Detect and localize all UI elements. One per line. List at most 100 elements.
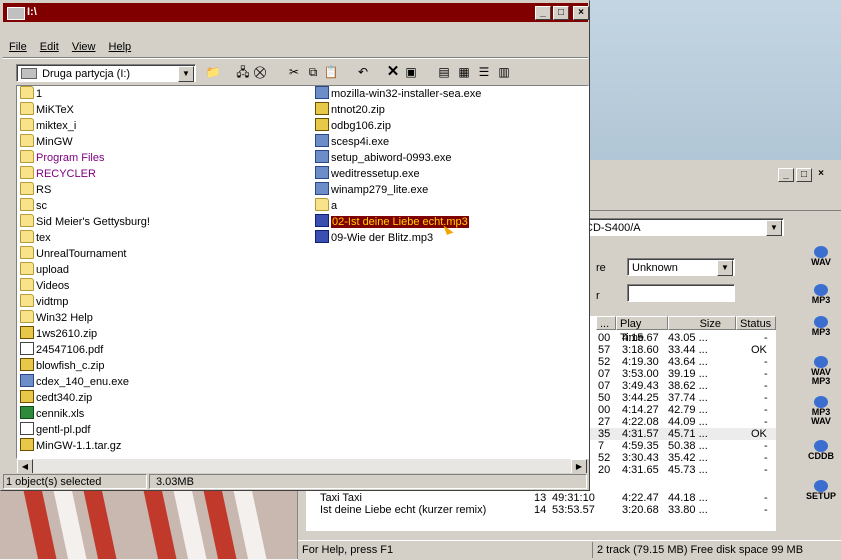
file-item[interactable]: Sid Meier's Gettysburg!: [20, 214, 150, 230]
file-item[interactable]: cedt340.zip: [20, 390, 92, 406]
file-item[interactable]: Videos: [20, 278, 69, 294]
copy-icon[interactable]: ⧉: [305, 65, 321, 79]
file-item[interactable]: 1ws2610.zip: [20, 326, 97, 342]
file-item[interactable]: cdex_140_enu.exe: [20, 374, 129, 390]
file-item[interactable]: 1: [20, 86, 42, 102]
address-select[interactable]: Druga partycja (I:) ▼: [16, 64, 196, 82]
track-number: 13: [534, 492, 547, 504]
track-playtime: 3:18.60: [622, 344, 659, 356]
exe-icon: [315, 182, 329, 195]
file-item[interactable]: cennik.xls: [20, 406, 84, 422]
file-name: 1ws2610.zip: [36, 328, 98, 340]
close-button[interactable]: ×: [814, 168, 828, 180]
folder-icon: [20, 118, 34, 131]
column-header-playtime[interactable]: Play Time: [616, 316, 668, 344]
file-item[interactable]: weditressetup.exe: [315, 166, 420, 182]
track-status: -: [764, 416, 768, 428]
close-button[interactable]: ×: [573, 6, 589, 20]
up-folder-icon[interactable]: 📁: [205, 65, 221, 79]
folder-icon: [20, 198, 34, 211]
file-item[interactable]: vidtmp: [20, 294, 68, 310]
exe-icon: [315, 166, 329, 179]
file-item[interactable]: tex: [20, 230, 51, 246]
file-item[interactable]: MinGW: [20, 134, 73, 150]
details-view-icon[interactable]: ▥: [496, 65, 512, 79]
folder-icon: [315, 198, 329, 211]
file-item[interactable]: setup_abiword-0993.exe: [315, 150, 451, 166]
minimize-button[interactable]: _: [535, 6, 551, 20]
folder-icon: [20, 294, 34, 307]
file-item[interactable]: sc: [20, 198, 47, 214]
window-controls: _ □ ×: [535, 6, 589, 20]
file-item[interactable]: ntnot20.zip: [315, 102, 385, 118]
track-start: 00: [598, 404, 611, 416]
file-item[interactable]: miktex_i: [20, 118, 76, 134]
file-item[interactable]: Win32 Help: [20, 310, 93, 326]
folder-icon: [20, 214, 34, 227]
folder-icon: [20, 182, 34, 195]
mp3-icon: [315, 214, 329, 227]
cdex-action-button[interactable]: MP3: [804, 284, 838, 314]
list-view-icon[interactable]: ☰: [476, 65, 492, 79]
track-status: -: [764, 332, 768, 344]
zip-icon: [20, 438, 34, 451]
file-item[interactable]: scesp4i.exe: [315, 134, 389, 150]
year-input[interactable]: [627, 284, 735, 302]
column-header-status[interactable]: Status: [736, 316, 776, 330]
cd-drive-select[interactable]: CD-S400/A ▼: [580, 218, 784, 236]
file-item[interactable]: gentl-pl.pdf: [20, 422, 90, 438]
cut-icon[interactable]: ✂: [286, 65, 302, 79]
track-start: 07: [598, 368, 611, 380]
file-item[interactable]: mozilla-win32-installer-sea.exe: [315, 86, 481, 102]
file-item[interactable]: MinGW-1.1.tar.gz: [20, 438, 121, 454]
disconnect-drive-icon[interactable]: ⛒: [252, 65, 268, 79]
menu-view[interactable]: View: [72, 41, 96, 53]
file-item[interactable]: blowfish_c.zip: [20, 358, 104, 374]
file-item[interactable]: upload: [20, 262, 69, 278]
genre-select[interactable]: Unknown ▼: [627, 258, 735, 276]
undo-icon[interactable]: ↶: [355, 65, 371, 79]
minimize-button[interactable]: _: [778, 168, 794, 182]
folder-icon: [20, 262, 34, 275]
file-item[interactable]: odbg106.zip: [315, 118, 391, 134]
file-name: Videos: [36, 280, 70, 292]
menu-help[interactable]: Help: [109, 41, 132, 53]
file-item[interactable]: Program Files: [20, 150, 104, 166]
track-size: 38.62 ...: [668, 380, 708, 392]
paste-icon[interactable]: 📋: [323, 65, 339, 79]
file-item[interactable]: 09-Wie der Blitz.mp3: [315, 230, 433, 246]
mp3-icon: [315, 230, 329, 243]
status-size: 3.03MB: [149, 474, 587, 489]
cdex-action-button[interactable]: WAV MP3: [804, 356, 838, 386]
file-item[interactable]: a: [315, 198, 337, 214]
menu-edit[interactable]: Edit: [40, 41, 59, 53]
folder-icon: [20, 134, 34, 147]
file-item[interactable]: UnrealTournament: [20, 246, 127, 262]
file-item[interactable]: 24547106.pdf: [20, 342, 103, 358]
file-name: gentl-pl.pdf: [36, 424, 91, 436]
menu-file[interactable]: File: [9, 41, 27, 53]
file-item[interactable]: winamp279_lite.exe: [315, 182, 428, 198]
track-playtime: 4:19.30: [622, 356, 659, 368]
large-icons-icon[interactable]: ▤: [436, 65, 452, 79]
track-status: -: [764, 392, 768, 404]
column-header-size[interactable]: Size: [668, 316, 736, 330]
maximize-button[interactable]: □: [553, 6, 569, 20]
cdex-action-button[interactable]: MP3: [804, 316, 838, 346]
delete-icon[interactable]: ✕: [385, 64, 401, 79]
maximize-button[interactable]: □: [796, 168, 812, 182]
file-item[interactable]: RECYCLER: [20, 166, 96, 182]
map-drive-icon[interactable]: 🖧: [235, 65, 251, 79]
file-item[interactable]: MiKTeX: [20, 102, 74, 118]
cdex-action-button[interactable]: MP3 WAV: [804, 396, 838, 426]
cdex-action-button[interactable]: CDDB: [804, 440, 838, 470]
genre-label: re: [596, 262, 606, 274]
file-item[interactable]: RS: [20, 182, 51, 198]
cdex-action-button[interactable]: SETUP: [804, 480, 838, 510]
track-start: 00: [598, 332, 611, 344]
cdex-action-button[interactable]: WAV: [804, 246, 838, 276]
small-icons-icon[interactable]: ▦: [456, 65, 472, 79]
file-name: 1: [36, 88, 43, 100]
column-header[interactable]: ...: [596, 316, 616, 330]
properties-icon[interactable]: ▣: [403, 65, 419, 79]
